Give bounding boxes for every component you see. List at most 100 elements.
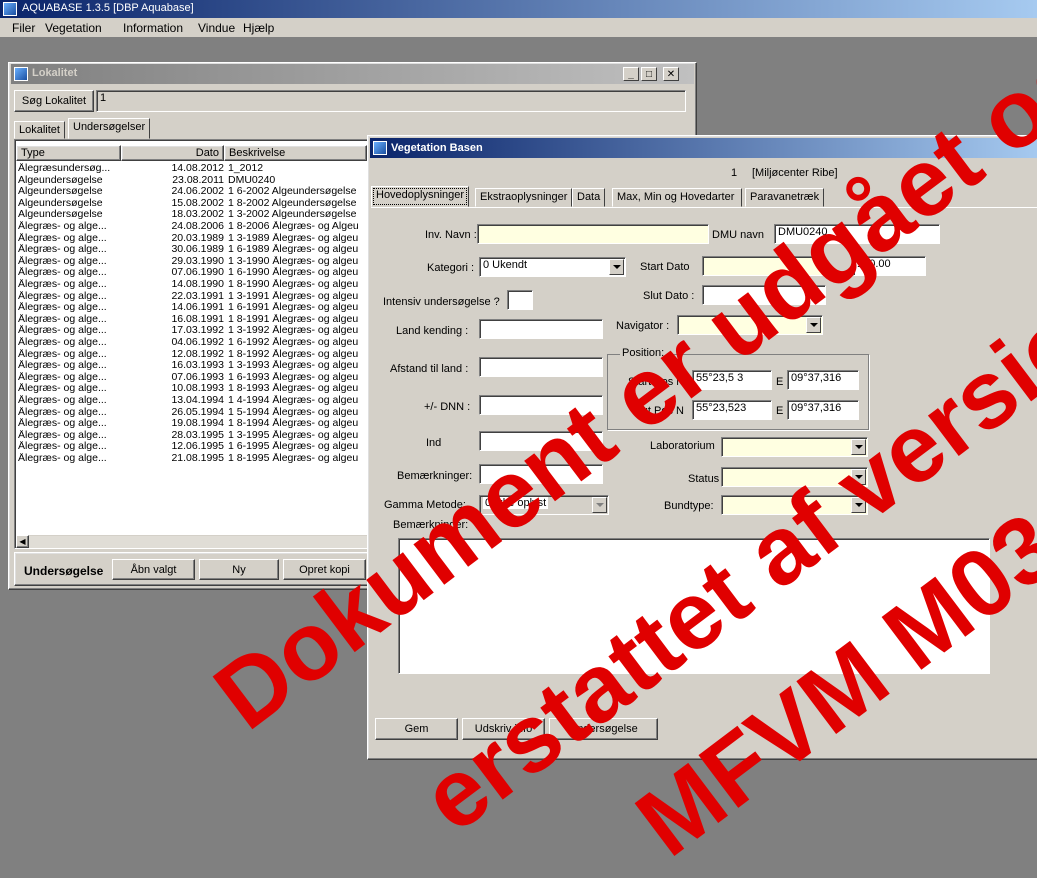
table-row[interactable]: Ålegræs- og alge... 29.03.1990 1 3-1990 Ål… [16, 256, 367, 268]
new-button[interactable]: Ny [199, 559, 279, 580]
minimize-icon[interactable]: _ [623, 67, 639, 81]
menu-filer[interactable]: Filer [12, 21, 35, 35]
gem-button[interactable]: Gem [375, 718, 458, 740]
tab-ekstraoplysninger[interactable]: Ekstraoplysninger [475, 188, 573, 207]
start-pos-n-input[interactable]: 55°23,5 3 [692, 370, 772, 390]
table-row[interactable]: Ålegræs- og alge... 19.08.1994 1 8-1994 Ål… [16, 418, 367, 430]
print-info-button[interactable]: Udskriv info [462, 718, 545, 740]
dmu-navn-input[interactable]: DMU0240 [774, 224, 940, 244]
table-row[interactable]: Ålegræs- og alge... 30.06.1989 1 6-1989 Ål… [16, 244, 367, 256]
table-row[interactable]: Ålegræs- og alge... 12.08.1992 1 8-1992 Ål… [16, 349, 367, 361]
tab-data[interactable]: Data [572, 188, 606, 207]
column-header-type[interactable]: Type [16, 145, 121, 161]
chevron-down-icon[interactable] [851, 497, 866, 513]
cell-type: Ålegræs- og alge... [18, 371, 107, 383]
column-header-beskrivelse[interactable]: Beskrivelse [224, 145, 367, 161]
intensiv-input[interactable] [507, 290, 533, 310]
tab-max-min[interactable]: Max, Min og Hovedarter [612, 188, 742, 207]
cell-type: Ålegræs- og alge... [18, 279, 107, 290]
column-header-dato[interactable]: Dato [121, 145, 224, 161]
menu-information[interactable]: Information [123, 21, 183, 35]
cell-type: Ålegræs- og alge... [18, 325, 107, 337]
ind-input[interactable] [479, 431, 603, 451]
create-copy-button[interactable]: Opret kopi [283, 559, 366, 580]
scroll-left-icon[interactable]: ◀ [16, 535, 29, 548]
procent-input[interactable]: 100.00 [853, 256, 926, 276]
table-row[interactable]: Ålegræs- og alge... 16.08.1991 1 8-1991 Ål… [16, 314, 367, 326]
cell-dato: 22.03.1991 [171, 290, 224, 302]
bund-type-select[interactable] [721, 495, 868, 515]
cell-type: Ålegræs- og alge... [18, 418, 107, 430]
chevron-down-icon[interactable] [851, 439, 866, 455]
slut-pos-e-input[interactable]: 09°37,316 [787, 400, 859, 420]
table-row[interactable]: Ålegræs- og alge... 10.08.1993 1 8-1993 Ål… [16, 383, 367, 395]
laborator-select[interactable] [721, 437, 868, 457]
cell-type: Ålegræs- og alge... [18, 232, 107, 244]
start-dato-input[interactable] [702, 256, 826, 276]
horizontal-scrollbar[interactable] [16, 535, 367, 548]
cell-beskrivelse: 1 6-2002 Algeundersøgelse [228, 186, 357, 198]
close-icon[interactable]: ✕ [663, 67, 679, 81]
table-row[interactable]: Ålegræs- og alge... 21.08.1995 1 8-1995 Ål… [16, 453, 367, 465]
open-selected-button[interactable]: Åbn valgt [112, 559, 195, 580]
table-row[interactable]: Ålegræs- og alge... 07.06.1990 1 6-1990 Ål… [16, 267, 367, 279]
slut-pos-n-input[interactable]: 55°23,523 [692, 400, 772, 420]
table-row[interactable]: Ålegræs- og alge... 13.04.1994 1 4-1994 Ål… [16, 395, 367, 407]
table-row[interactable]: Ålegræs- og alge... 24.08.2006 1 8-2006 Ål… [16, 221, 367, 233]
cell-beskrivelse: 1 6-1990 Ålegræs- og algeu [228, 267, 359, 279]
inv-navn-label: Inv. Navn : [425, 229, 477, 241]
table-row[interactable]: Ålegræs- og alge... 07.06.1993 1 6-1993 Ål… [16, 372, 367, 384]
tab-hovedoplysninger[interactable]: Hovedoplysninger [371, 186, 470, 207]
slut-dato-input[interactable] [702, 285, 826, 305]
afstand-input[interactable] [479, 357, 603, 377]
cell-dato: 28.03.1995 [171, 429, 224, 441]
tab-paravanetraek[interactable]: Paravanetræk [745, 188, 825, 207]
table-row[interactable]: Algeundersøgelse 18.03.2002 1 3-2002 Algeu… [16, 209, 367, 221]
inv-navn-input[interactable] [477, 224, 709, 244]
chevron-down-icon[interactable] [851, 469, 866, 485]
land-kending-input[interactable] [479, 319, 603, 339]
table-row[interactable]: Algeundersøgelse 24.06.2002 1 6-2002 Algeu… [16, 186, 367, 198]
undersogelse-button[interactable]: Undersøgelse [549, 718, 658, 740]
status-select[interactable] [721, 467, 868, 487]
tab-lokalitet[interactable]: Lokalitet [14, 121, 65, 139]
lokalitet-titlebar[interactable] [11, 64, 694, 84]
cell-beskrivelse: 1 5-1994 Ålegræs- og algeu [228, 406, 359, 418]
kategori-select[interactable]: 0 Ukendt [479, 257, 626, 277]
cell-beskrivelse: 1 3-1989 Ålegræs- og algeu [228, 232, 359, 244]
menu-vindue[interactable]: Vindue [198, 21, 235, 35]
cell-dato: 16.08.1991 [171, 313, 224, 325]
chevron-down-icon[interactable] [806, 317, 821, 333]
cell-type: Ålegræs- og alge... [18, 290, 107, 302]
table-row[interactable]: Ålegræs- og alge... 16.03.1993 1 3-1993 Ål… [16, 360, 367, 372]
table-row[interactable]: Ålegræs- og alge... 04.06.1992 1 6-1992 Ål… [16, 337, 367, 349]
menu-vegetation[interactable]: Vegetation [45, 21, 102, 35]
table-row[interactable]: Ålegræs- og alge... 28.03.1995 1 3-1995 Ål… [16, 430, 367, 442]
table-row[interactable]: Algeundersøgelse 15.08.2002 1 8-2002 Algeu… [16, 198, 367, 210]
maximize-icon[interactable]: □ [641, 67, 657, 81]
table-row[interactable]: Algeundersøgelse 23.08.2011 DMU0240 [16, 175, 367, 187]
table-row[interactable]: Ålegræs- og alge... 14.08.1990 1 8-1990 Ål… [16, 279, 367, 291]
gamma-metode-label: Gamma Metode: [384, 499, 466, 511]
tab-undersogelser[interactable]: Undersøgelser [68, 118, 151, 139]
table-row[interactable]: Ålegræs- og alge... 26.05.1994 1 5-1994 Ål… [16, 407, 367, 419]
lokalitet-search-input[interactable]: 1 [96, 90, 686, 112]
table-row[interactable]: Ålegræs- og alge... 12.06.1995 1 6-1995 Ål… [16, 441, 367, 453]
remarks-textarea[interactable] [398, 538, 990, 674]
menu-hjaelp[interactable]: Hjælp [243, 21, 274, 35]
table-row[interactable]: Ålegræsundersøg... 14.08.2012 1_2012 [16, 163, 367, 175]
table-row[interactable]: Ålegræs- og alge... 17.03.1992 1 3-1992 Ål… [16, 325, 367, 337]
chevron-down-icon[interactable] [592, 497, 607, 513]
table-row[interactable]: Ålegræs- og alge... 22.03.1991 1 3-1991 Ål… [16, 291, 367, 303]
table-row[interactable]: Ålegræs- og alge... 20.03.1989 1 3-1989 Ål… [16, 233, 367, 245]
bemaerkninger-short-input[interactable] [479, 464, 603, 484]
chevron-down-icon[interactable] [609, 259, 624, 275]
cell-beskrivelse: 1 8-2006 Ålegræs- og Algeu [228, 221, 359, 232]
cell-type: Ålegræs- og alge... [18, 267, 107, 279]
dnn-input[interactable] [479, 395, 603, 415]
navigator-select[interactable] [677, 315, 823, 335]
gamma-metode-select[interactable]: 0 Ikke oplyst [479, 495, 609, 515]
start-pos-e-input[interactable]: 09°37,316 [787, 370, 859, 390]
table-row[interactable]: Ålegræs- og alge... 14.06.1991 1 6-1991 Ål… [16, 302, 367, 314]
search-lokalitet-button[interactable]: Søg Lokalitet [14, 90, 94, 112]
